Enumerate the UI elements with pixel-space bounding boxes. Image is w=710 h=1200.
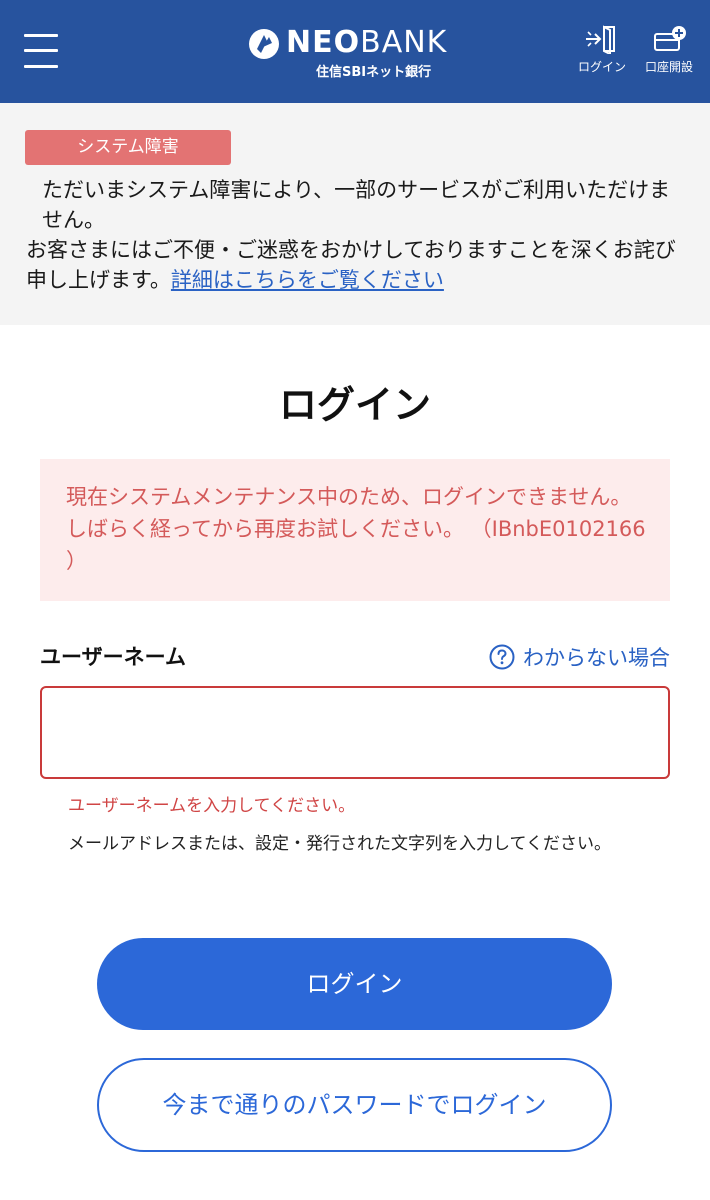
username-hint: メールアドレスまたは、設定・発行された文字列を入力してください。	[68, 834, 611, 854]
username-input[interactable]	[40, 686, 670, 779]
status-badge: システム障害	[25, 130, 231, 165]
app-header: NEOBANK 住信SBIネット銀行 ログイン 口座開設	[0, 0, 710, 103]
logo-wordmark: NEOBANK	[286, 24, 447, 62]
notice-line-1: ただいまシステム障害により、一部のサービスがご利用いただけません。	[42, 178, 671, 232]
system-outage-notice: システム障害 ただいまシステム障害により、一部のサービスがご利用いただけません。…	[0, 103, 710, 325]
notice-line-2: お客さまにはご不便・ご迷惑をおかけしておりますことを深くお詫び申し上げます。詳細…	[26, 235, 690, 295]
neobank-logo-mark-icon	[249, 29, 279, 59]
page-title: ログイン	[278, 383, 431, 427]
username-error-message: ユーザーネームを入力してください。	[68, 796, 356, 816]
logo-neo: NEO	[286, 25, 361, 60]
header-login-button[interactable]: ログイン	[572, 24, 632, 75]
username-label: ユーザーネーム	[40, 645, 186, 669]
hamburger-menu-icon[interactable]	[24, 32, 58, 70]
login-button[interactable]: ログイン	[97, 938, 612, 1030]
logo-subtitle: 住信SBIネット銀行	[316, 65, 432, 80]
username-help-label: わからない場合	[523, 646, 670, 670]
header-open-account-label: 口座開設	[644, 60, 693, 74]
maintenance-error-message: 現在システムメンテナンス中のため、ログインできません。しばらく経ってから再度お試…	[40, 459, 670, 601]
header-open-account-button[interactable]: 口座開設	[636, 24, 702, 75]
notice-details-link[interactable]: 詳細はこちらをご覧ください	[171, 268, 444, 292]
password-login-button[interactable]: 今まで通りのパスワードでログイン	[97, 1058, 612, 1152]
header-login-label: ログイン	[577, 60, 626, 74]
neobank-logo[interactable]: NEOBANK 住信SBIネット銀行	[248, 24, 464, 84]
logo-bank: BANK	[360, 25, 448, 60]
username-help-link[interactable]: わからない場合	[489, 640, 670, 674]
notice-message: ただいまシステム障害により、一部のサービスがご利用いただけません。 お客さまには…	[26, 175, 690, 295]
login-door-icon	[586, 25, 615, 54]
card-plus-icon	[654, 26, 686, 51]
question-circle-icon	[489, 644, 515, 670]
